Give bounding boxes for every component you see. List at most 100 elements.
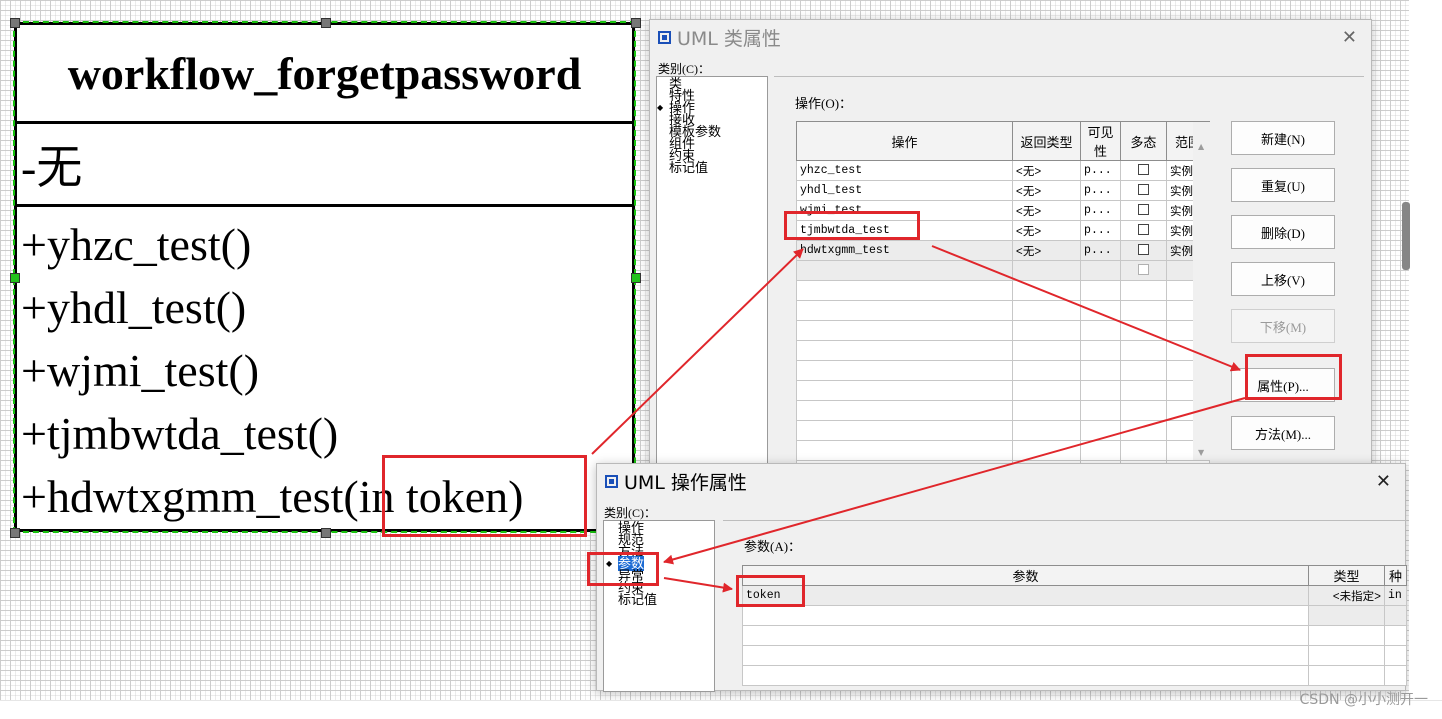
- column-header[interactable]: 操作: [796, 121, 1013, 161]
- table-row[interactable]: yhzc_test <无> p... 实例: [796, 160, 1211, 181]
- operations-table[interactable]: 操作 返回类型 可见性 多态 范围 yhzc_test <无> p... 实例 …: [796, 121, 1211, 481]
- window-title-bar[interactable]: UML 类属性: [650, 20, 1371, 54]
- close-icon[interactable]: ✕: [1376, 471, 1391, 492]
- parameters-label: 参数(A)：: [744, 539, 802, 554]
- table-row-empty: [796, 440, 1211, 461]
- new-button[interactable]: 新建(N): [1231, 121, 1335, 155]
- polymorphic-checkbox[interactable]: [1137, 224, 1149, 236]
- empty-cell[interactable]: [1011, 260, 1082, 281]
- visibility-cell[interactable]: p...: [1080, 220, 1121, 241]
- class-operation: +wjmi_test(): [21, 345, 260, 396]
- table-row-empty: [796, 360, 1211, 381]
- column-header[interactable]: 种: [1384, 565, 1407, 586]
- column-header[interactable]: 多态: [1119, 121, 1167, 161]
- table-row-selected[interactable]: token <未指定> in: [742, 585, 1407, 606]
- resize-handle[interactable]: [321, 18, 331, 28]
- move-down-button[interactable]: 下移(M): [1231, 309, 1335, 343]
- column-header[interactable]: 可见性: [1080, 121, 1121, 161]
- table-row-new[interactable]: [796, 260, 1211, 281]
- category-label: 类别(C)：: [604, 506, 656, 520]
- panel-divider: [774, 76, 1364, 77]
- table-scrollbar[interactable]: ▲ ▼: [1193, 122, 1211, 460]
- table-row-empty: [742, 625, 1407, 646]
- operation-properties-window: UML 操作属性 ✕ 类别(C)： 操作 规范 方法 参数 异常 约束 标记值 …: [596, 463, 1407, 692]
- polymorphic-cell[interactable]: [1119, 200, 1167, 221]
- window-title: UML 操作属性: [624, 471, 747, 494]
- highlight-box-params-category: [587, 552, 659, 586]
- table-row-empty: [796, 420, 1211, 441]
- page-scrollbar[interactable]: [1402, 202, 1410, 270]
- class-name: workflow_forgetpassword: [17, 25, 632, 124]
- class-operation: +yhzc_test(): [21, 219, 252, 270]
- visibility-cell[interactable]: p...: [1080, 240, 1121, 261]
- return-type-cell[interactable]: <无>: [1011, 180, 1082, 201]
- op-name-cell[interactable]: yhdl_test: [796, 180, 1013, 201]
- op-name-cell[interactable]: hdwtxgmm_test: [796, 240, 1013, 261]
- empty-cell[interactable]: [1080, 260, 1121, 281]
- highlight-box-token: [736, 575, 805, 607]
- column-header[interactable]: 返回类型: [1011, 121, 1082, 161]
- polymorphic-cell[interactable]: [1119, 260, 1167, 281]
- category-label: 类别(C)：: [658, 62, 710, 76]
- table-row-empty: [742, 645, 1407, 666]
- return-type-cell[interactable]: <无>: [1011, 200, 1082, 221]
- op-name-cell[interactable]: yhzc_test: [796, 160, 1013, 181]
- app-icon: [605, 474, 618, 488]
- table-row-selected[interactable]: hdwtxgmm_test <无> p... 实例: [796, 240, 1211, 261]
- table-row-empty: [796, 340, 1211, 361]
- table-row[interactable]: yhdl_test <无> p... 实例: [796, 180, 1211, 201]
- highlight-box-signature: [382, 455, 587, 537]
- category-list[interactable]: 类 特性 操作 接收 模板参数 组件 约束 标记值: [656, 76, 768, 470]
- table-row-new[interactable]: [742, 605, 1407, 626]
- app-icon: [658, 30, 671, 44]
- polymorphic-checkbox[interactable]: [1137, 244, 1149, 256]
- category-item[interactable]: 标记值: [618, 593, 714, 606]
- resize-handle[interactable]: [321, 528, 331, 538]
- category-list[interactable]: 操作 规范 方法 参数 异常 约束 标记值: [603, 520, 715, 692]
- table-row-empty: [796, 380, 1211, 401]
- operations-label: 操作(O)：: [795, 96, 853, 111]
- close-icon[interactable]: ✕: [1342, 27, 1357, 48]
- delete-button[interactable]: 删除(D): [1231, 215, 1335, 249]
- param-kind-cell[interactable]: in: [1384, 585, 1407, 606]
- polymorphic-checkbox[interactable]: [1137, 204, 1149, 216]
- param-type-cell[interactable]: <未指定>: [1308, 585, 1385, 606]
- panel-divider: [723, 520, 1407, 521]
- methods-button[interactable]: 方法(M)...: [1231, 416, 1335, 450]
- visibility-cell[interactable]: p...: [1080, 160, 1121, 181]
- duplicate-button[interactable]: 重复(U): [1231, 168, 1335, 202]
- polymorphic-checkbox[interactable]: [1137, 264, 1149, 276]
- category-item[interactable]: 标记值: [669, 161, 767, 174]
- resize-handle[interactable]: [10, 528, 20, 538]
- polymorphic-checkbox[interactable]: [1137, 164, 1149, 176]
- table-row-empty: [796, 320, 1211, 341]
- scroll-up-icon[interactable]: ▲: [1198, 142, 1204, 151]
- resize-handle[interactable]: [631, 273, 641, 283]
- scroll-down-icon[interactable]: ▼: [1198, 448, 1204, 457]
- resize-handle[interactable]: [10, 273, 20, 283]
- return-type-cell[interactable]: <无>: [1011, 220, 1082, 241]
- highlight-box-operation: [784, 211, 920, 240]
- class-attribute: -无: [17, 124, 632, 207]
- parameters-table[interactable]: 参数 类型 种 token <未指定> in: [742, 565, 1407, 686]
- window-title-bar[interactable]: UML 操作属性: [597, 464, 1405, 498]
- class-properties-window: UML 类属性 ✕ 类别(C)： 类 特性 操作 接收 模板参数 组件 约束 标…: [649, 19, 1372, 481]
- highlight-box-properties: [1245, 354, 1342, 400]
- return-type-cell[interactable]: <无>: [1011, 240, 1082, 261]
- visibility-cell[interactable]: p...: [1080, 180, 1121, 201]
- column-header[interactable]: 类型: [1308, 565, 1385, 586]
- polymorphic-checkbox[interactable]: [1137, 184, 1149, 196]
- polymorphic-cell[interactable]: [1119, 160, 1167, 181]
- param-name-cell[interactable]: token: [742, 585, 1309, 606]
- move-up-button[interactable]: 上移(V): [1231, 262, 1335, 296]
- column-header[interactable]: 参数: [742, 565, 1309, 586]
- polymorphic-cell[interactable]: [1119, 220, 1167, 241]
- empty-cell[interactable]: [796, 260, 1013, 281]
- table-row-empty: [796, 400, 1211, 421]
- return-type-cell[interactable]: <无>: [1011, 160, 1082, 181]
- visibility-cell[interactable]: p...: [1080, 200, 1121, 221]
- resize-handle[interactable]: [631, 18, 641, 28]
- resize-handle[interactable]: [10, 18, 20, 28]
- polymorphic-cell[interactable]: [1119, 240, 1167, 261]
- polymorphic-cell[interactable]: [1119, 180, 1167, 201]
